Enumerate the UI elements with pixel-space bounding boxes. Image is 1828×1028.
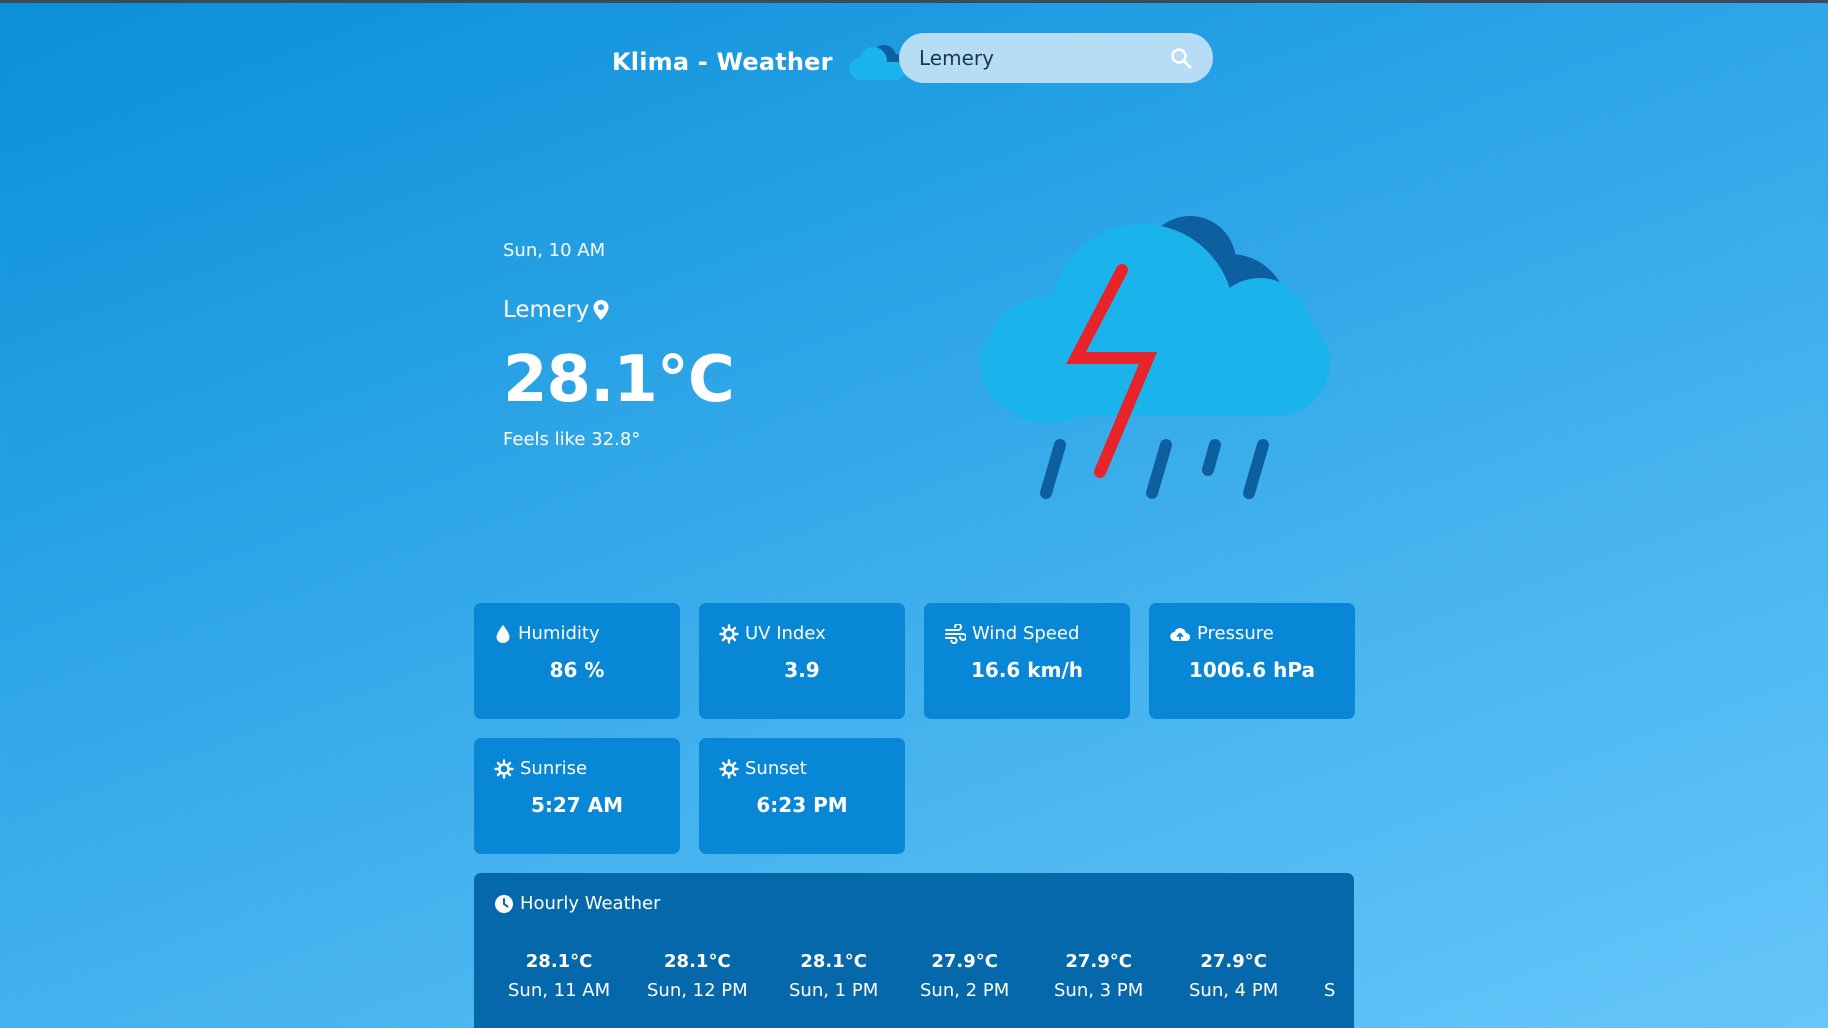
stat-value: 3.9 [784,658,820,682]
hourly-time: S [1324,980,1336,1001]
sun-icon [719,623,739,644]
search-bar [899,33,1213,83]
sun-icon [719,758,739,779]
hourly-item: S [1324,951,1335,1001]
current-date: Sun, 10 AM [503,240,606,261]
search-input[interactable] [919,46,1168,70]
hourly-item: 28.1°C Sun, 11 AM [508,951,610,1001]
hourly-item: 28.1°C Sun, 1 PM [789,951,878,1001]
stat-card-sunrise: Sunrise 5:27 AM [474,738,680,854]
stat-card-pressure: Pressure 1006.6 hPa [1149,603,1355,719]
stat-value: 16.6 km/h [971,658,1083,682]
hourly-temp [1324,951,1335,972]
stat-value: 86 % [549,658,605,682]
stat-card-sunset: Sunset 6:23 PM [699,738,905,854]
stat-card-wind-speed: Wind Speed 16.6 km/h [924,603,1130,719]
map-pin-icon [593,300,609,320]
cloud-upload-icon [1170,627,1190,641]
app-title: Klima - Weather [612,48,833,76]
stat-value: 5:27 AM [530,793,624,817]
hourly-time: Sun, 4 PM [1189,980,1279,1001]
hourly-temp: 28.1°C [664,951,731,972]
brand: Klima - Weather [612,40,909,84]
search-icon [1170,48,1191,69]
hourly-temp: 28.1°C [525,951,593,972]
hourly-temp: 27.9°C [1065,951,1132,972]
location-name: Lemery [503,297,590,323]
stat-value: 1006.6 hPa [1189,658,1315,682]
stat-card-uv-index: UV Index 3.9 [699,603,905,719]
feels-like: Feels like 32.8° [503,429,641,450]
hourly-item: 27.9°C Sun, 4 PM [1189,951,1278,1001]
stat-card-humidity: Humidity 86 % [474,603,680,719]
stat-label: Wind Speed [972,623,1080,644]
hourly-time: Sun, 12 PM [647,980,748,1001]
hourly-list[interactable]: 28.1°C Sun, 11 AM 28.1°C Sun, 12 PM 28.1… [474,951,1354,1011]
droplet-icon [496,624,510,643]
stat-label: Humidity [518,623,600,644]
sun-icon [494,758,514,779]
hourly-item: 28.1°C Sun, 12 PM [647,951,748,1001]
hourly-temp: 27.9°C [1200,951,1267,972]
wind-icon [945,623,966,644]
hourly-weather-panel[interactable]: Hourly Weather 28.1°C Sun, 11 AM 28.1°C … [474,873,1354,1028]
hourly-time: Sun, 3 PM [1054,980,1144,1001]
window-top-border [0,0,1828,3]
hourly-time: Sun, 1 PM [789,980,879,1001]
current-location: Lemery [503,297,734,323]
hourly-temp: 27.9°C [931,951,998,972]
stat-label: Sunrise [520,758,588,779]
stat-label: UV Index [745,623,826,644]
hourly-title: Hourly Weather [520,893,661,914]
hourly-temp: 28.1°C [800,951,867,972]
current-temperature: 28.1°C [503,343,735,417]
hourly-time: Sun, 11 AM [508,980,611,1001]
hourly-item: 27.9°C Sun, 2 PM [920,951,1009,1001]
stat-value: 6:23 PM [756,793,848,817]
hourly-time: Sun, 2 PM [920,980,1010,1001]
clock-icon [495,894,513,913]
stat-label: Pressure [1197,623,1274,644]
hourly-item: 27.9°C Sun, 3 PM [1054,951,1143,1001]
stat-label: Sunset [745,758,807,779]
current-weather: Sun, 10 AM Lemery 28.1°C Feels like 32.8… [503,240,735,450]
search-button[interactable] [1168,45,1193,71]
thunderstorm-rain-icon [980,216,1330,499]
